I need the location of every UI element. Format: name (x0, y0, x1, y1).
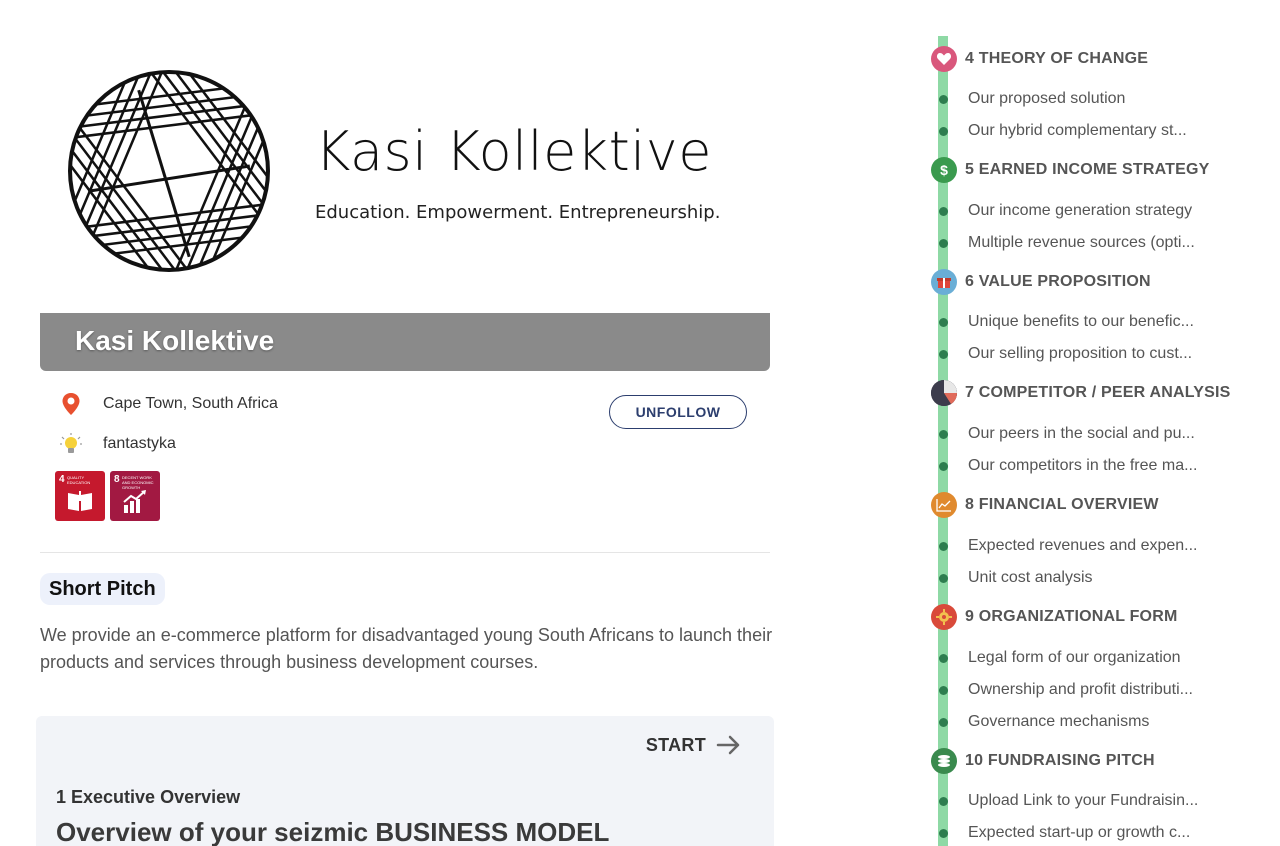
sdg-quality-education-icon[interactable]: 4 QUALITY EDUCATION (55, 471, 105, 521)
timeline-item-label: Our hybrid complementary st... (968, 122, 1187, 139)
profile-name: Kasi Kollektive (75, 325, 275, 356)
chart-line-icon (931, 492, 957, 518)
section-title: 6 VALUE PROPOSITION (965, 273, 1151, 290)
coins-icon (931, 748, 957, 774)
location-row: Cape Town, South Africa (59, 392, 278, 416)
location-pin-icon (59, 392, 83, 416)
timeline-item[interactable]: Our peers in the social and pu... (939, 425, 1195, 443)
author-row: fantastyka (59, 432, 176, 456)
dollar-icon: $ (931, 157, 957, 183)
short-pitch-label: Short Pitch (40, 573, 165, 605)
executive-section-label: 1 Executive Overview (56, 787, 241, 807)
timeline-item[interactable]: Expected start-up or growth c... (939, 824, 1190, 842)
timeline-item[interactable]: Expected revenues and expen... (939, 537, 1198, 555)
timeline-item[interactable]: Unique benefits to our benefic... (939, 313, 1194, 331)
timeline-item-label: Unit cost analysis (968, 569, 1093, 586)
timeline-section-7[interactable]: 7 COMPETITOR / PEER ANALYSIS (931, 380, 1231, 406)
timeline-dot (939, 349, 948, 359)
timeline-section-8[interactable]: 8 FINANCIAL OVERVIEW (931, 492, 1159, 518)
section-title: 10 FUNDRAISING PITCH (965, 752, 1155, 769)
timeline-dot (939, 238, 948, 248)
section-title: 5 EARNED INCOME STRATEGY (965, 161, 1210, 178)
gift-icon (931, 269, 957, 295)
short-pitch-text: We provide an e-commerce platform for di… (40, 625, 773, 672)
executive-title: Overview of your seizmic BUSINESS MODEL (56, 817, 610, 846)
heart-icon (931, 46, 957, 72)
timeline-item-label: Our proposed solution (968, 90, 1126, 107)
timeline-section-10[interactable]: 10 FUNDRAISING PITCH (931, 748, 1155, 774)
timeline-item-label: Our peers in the social and pu... (968, 425, 1195, 442)
timeline-item[interactable]: Our hybrid complementary st... (939, 122, 1187, 140)
timeline-item-label: Ownership and profit distributi... (968, 681, 1193, 698)
timeline-item-label: Our competitors in the free ma... (968, 457, 1198, 474)
timeline-dot (939, 653, 948, 663)
timeline-item-label: Unique benefits to our benefic... (968, 313, 1194, 330)
gear-icon (931, 604, 957, 630)
timeline-dot (939, 206, 948, 216)
sdg-decent-work-icon[interactable]: 8 DECENT WORK AND ECONOMIC GROWTH (110, 471, 160, 521)
timeline-item-label: Our selling proposition to cust... (968, 345, 1193, 362)
timeline-item-label: Multiple revenue sources (opti... (968, 234, 1195, 251)
timeline-dot (939, 717, 948, 727)
timeline-item-label: Expected revenues and expen... (968, 537, 1198, 554)
divider (40, 552, 770, 553)
brand-tagline: Education. Empowerment. Entrepreneurship… (315, 202, 721, 223)
timeline-dot (939, 541, 948, 551)
timeline-item[interactable]: Unit cost analysis (939, 569, 1093, 587)
timeline-item[interactable]: Governance mechanisms (939, 713, 1149, 731)
sdg-label: QUALITY EDUCATION (67, 475, 91, 485)
timeline-dot (939, 685, 948, 695)
timeline-item[interactable]: Our selling proposition to cust... (939, 345, 1192, 363)
timeline-section-9[interactable]: 9 ORGANIZATIONAL FORM (931, 604, 1178, 630)
timeline-item[interactable]: Our competitors in the free ma... (939, 457, 1197, 475)
timeline-dot (939, 796, 948, 806)
unfollow-button[interactable]: UNFOLLOW (609, 395, 747, 429)
timeline-item[interactable]: Legal form of our organization (939, 649, 1181, 667)
timeline-item[interactable]: Our proposed solution (939, 90, 1125, 108)
timeline-section-4[interactable]: 4 THEORY OF CHANGE (931, 46, 1148, 72)
timeline-item[interactable]: Multiple revenue sources (opti... (939, 234, 1195, 252)
brand-title: Kasi Kollektive (315, 120, 712, 183)
timeline-dot (939, 317, 948, 327)
timeline-dot (939, 461, 948, 471)
section-title: 4 THEORY OF CHANGE (965, 50, 1149, 67)
hero-logo-area: Kasi Kollektive Education. Empowerment. … (40, 40, 770, 312)
timeline-dot (939, 94, 948, 104)
sdg-label: DECENT WORK AND ECONOMIC GROWTH (122, 475, 154, 490)
location-text: Cape Town, South Africa (103, 395, 278, 412)
section-title: 8 FINANCIAL OVERVIEW (965, 496, 1159, 513)
start-button[interactable]: START (646, 732, 742, 758)
arrow-right-icon (716, 735, 740, 755)
yarn-ball-logo-icon (68, 70, 270, 272)
timeline-dot (939, 429, 948, 439)
timeline-dot (939, 828, 948, 838)
timeline-item[interactable]: Ownership and profit distributi... (939, 681, 1193, 699)
timeline-section-6[interactable]: 6 VALUE PROPOSITION (931, 269, 1151, 295)
timeline-item-label: Upload Link to your Fundraisin... (968, 792, 1199, 809)
sdg-number: 8 (114, 474, 120, 485)
timeline-item[interactable]: Our income generation strategy (939, 202, 1192, 220)
timeline-dot (939, 126, 948, 136)
profile-banner: Kasi Kollektive (40, 313, 770, 371)
timeline-item-label: Legal form of our organization (968, 649, 1181, 666)
timeline-section-5[interactable]: $ 5 EARNED INCOME STRATEGY (931, 157, 1210, 183)
section-title: 7 COMPETITOR / PEER ANALYSIS (965, 384, 1231, 401)
timeline-item-label: Expected start-up or growth c... (968, 824, 1191, 841)
timeline-item[interactable]: Upload Link to your Fundraisin... (939, 792, 1198, 810)
timeline-item-label: Governance mechanisms (968, 713, 1150, 730)
pie-chart-icon (931, 380, 957, 406)
section-title: 9 ORGANIZATIONAL FORM (965, 608, 1178, 625)
lightbulb-icon (59, 432, 83, 456)
timeline-item-label: Our income generation strategy (968, 202, 1193, 219)
sdg-number: 4 (59, 474, 65, 485)
executive-overview-card: START 1 Executive Overview Overview of y… (36, 716, 774, 846)
timeline-dot (939, 573, 948, 583)
author-name[interactable]: fantastyka (103, 435, 176, 453)
start-label: START (645, 734, 706, 755)
